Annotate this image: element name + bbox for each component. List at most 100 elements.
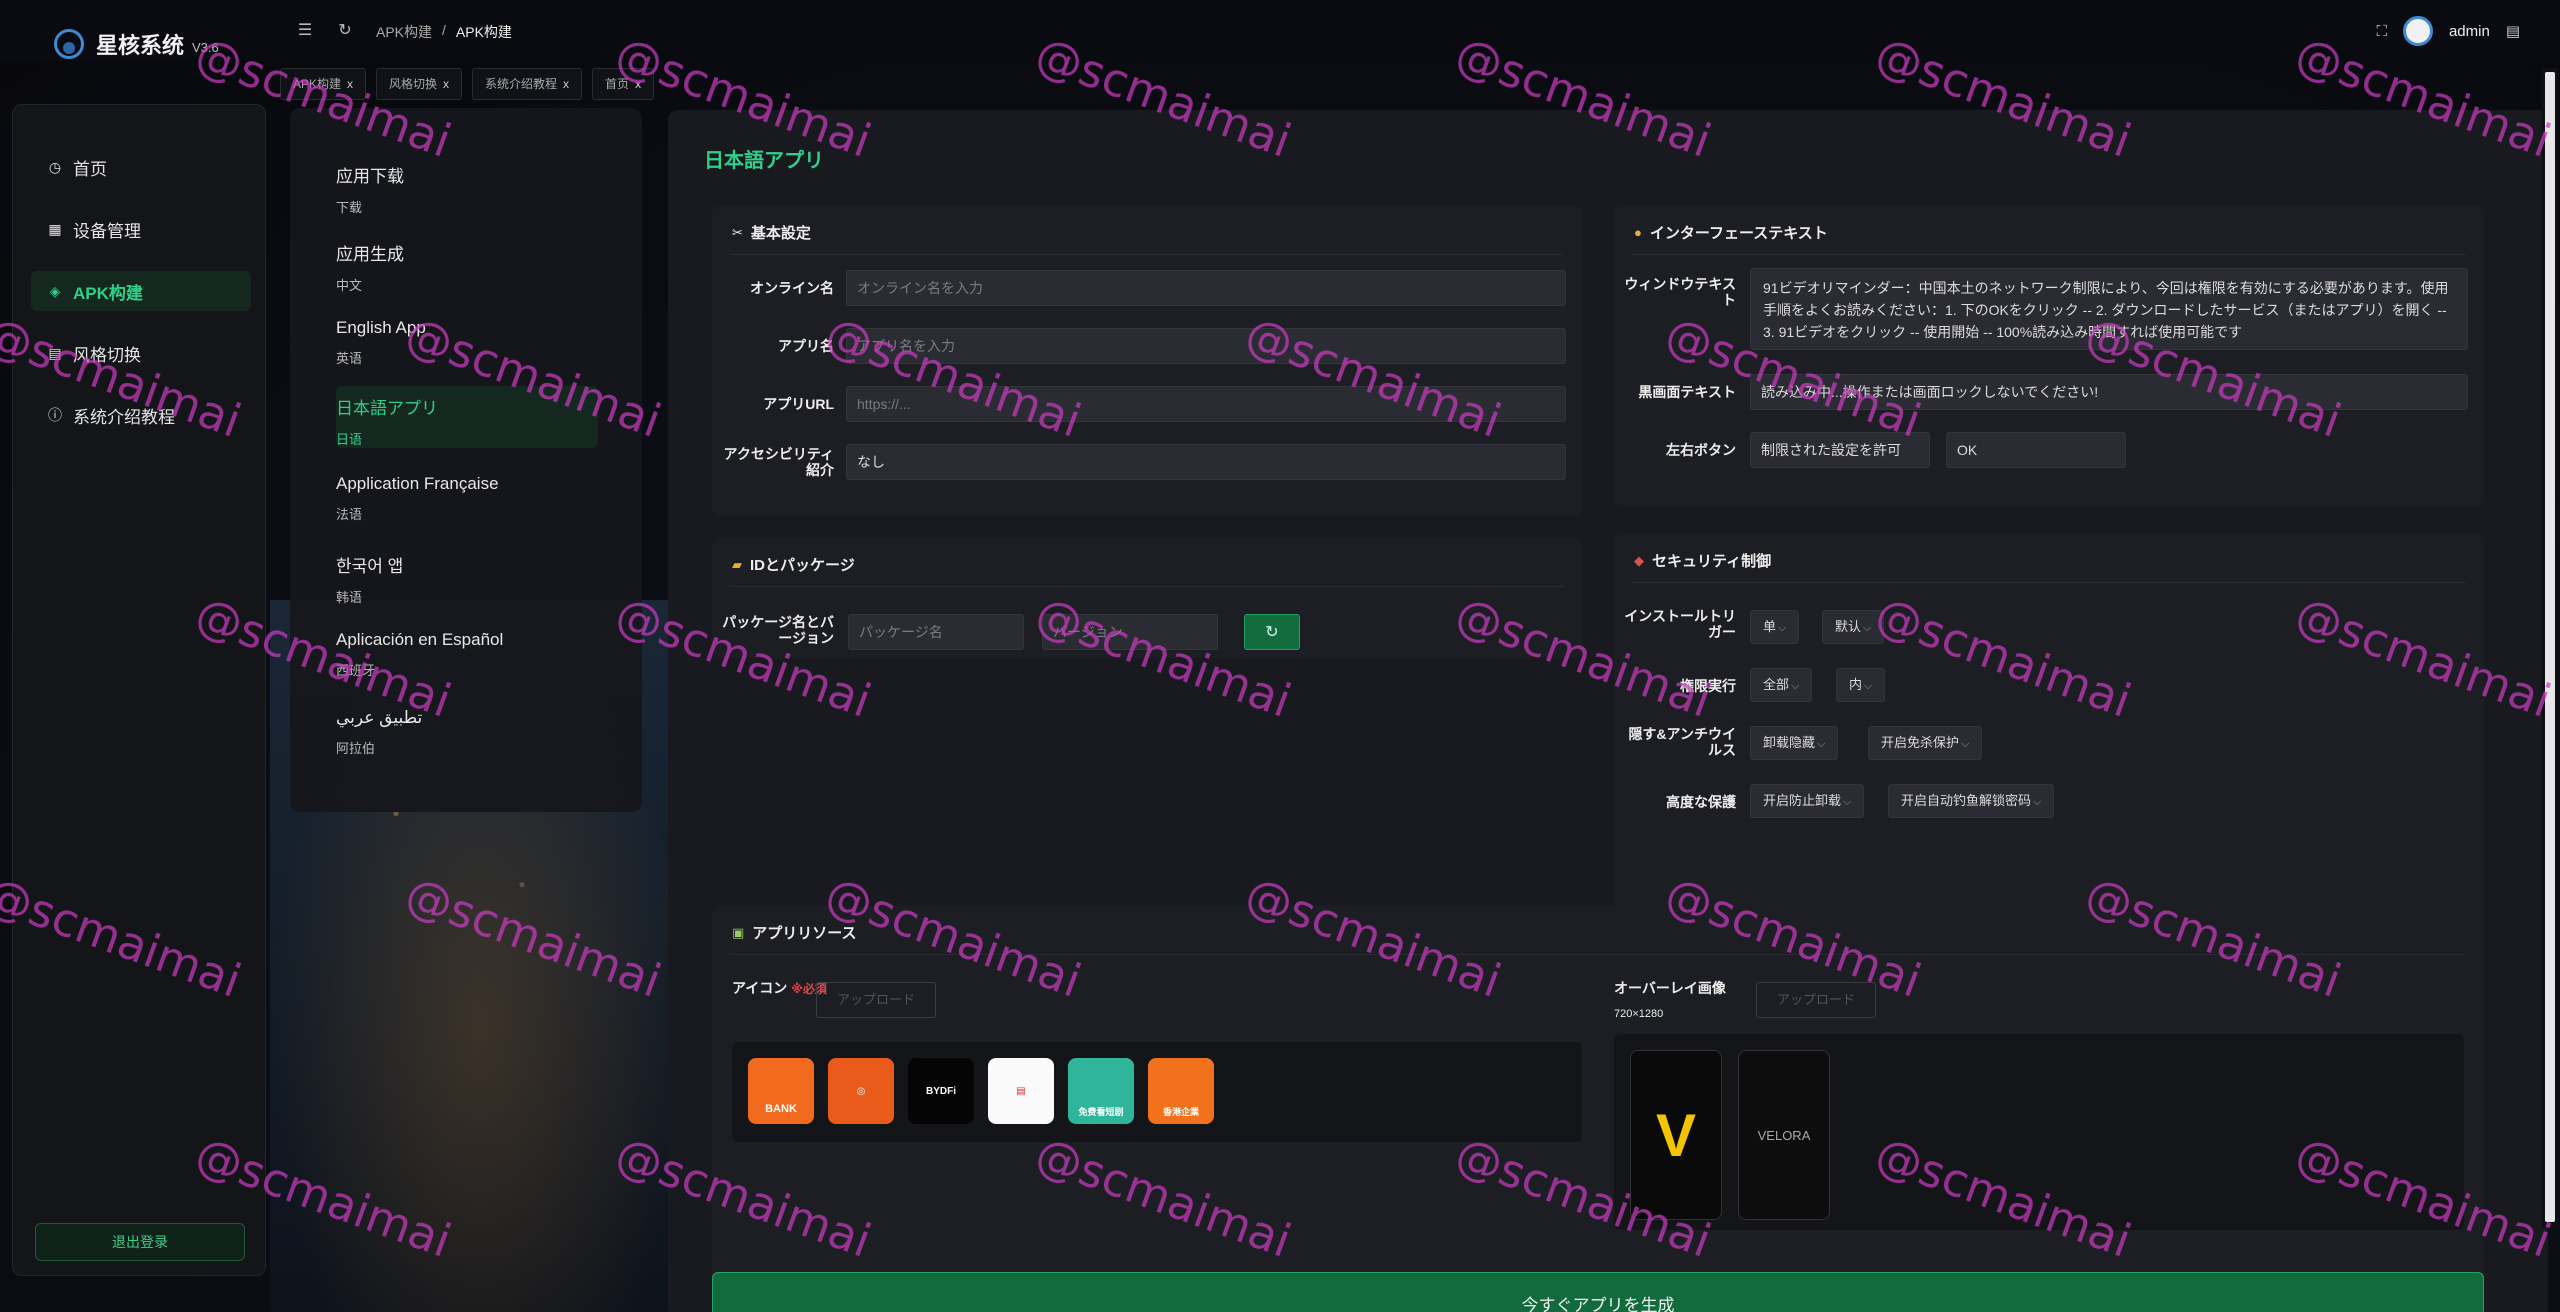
sidebar-item-apk-build[interactable]: ◈ APK构建 [31,271,251,311]
left-button-input[interactable]: 制限された設定を許可 [1750,432,1930,468]
overlay-thumbnails: V VELORA [1614,1034,2464,1230]
install-trigger-label: インストールトリガー [1624,608,1736,640]
folder-icon: ▰ [732,556,742,572]
lang-item-spanish[interactable]: Aplicación en Español 西班牙 [336,622,598,684]
tab-home[interactable]: 首页 x [592,68,655,100]
hide-antivirus-select-a[interactable]: 卸载隐藏 ⌵ [1750,726,1839,760]
left-right-button-label: 左右ボタン [1666,442,1736,458]
advanced-protection-select-a[interactable]: 开启防止卸载 ⌵ [1750,784,1865,818]
chevron-down-icon: ⌵ [1817,738,1826,750]
lang-item-korean[interactable]: 한국어 앱 韩语 [336,544,598,606]
window-text-textarea[interactable]: 91ビデオリマインダー：中国本土のネットワーク制限により、今回は権限を有効にする… [1750,268,2468,350]
interface-text-card: ● インターフェーステキスト ウィンドウテキスト 91ビデオリマインダー：中国本土… [1614,206,2484,506]
sidebar-item-style[interactable]: ▤ 风格切换 [31,333,251,373]
lang-item-japanese[interactable]: 日本語アプリ 日语 [336,386,598,448]
lang-item-download[interactable]: 应用下载 下载 [336,154,598,216]
box-icon: ◈ [49,282,61,299]
online-name-label: オンライン名 [750,280,834,296]
icon-thumb-short-drama[interactable]: 免费看短剧 [1068,1058,1134,1124]
chevron-down-icon: ⌵ [1961,738,1970,750]
fullscreen-icon[interactable]: ⛶ [2376,23,2387,40]
overlay-size: 720×1280 [1614,1008,1664,1020]
breadcrumb: APK构建 / APK构建 [376,22,512,42]
close-icon[interactable]: x [563,77,569,91]
palette-icon: ● [1634,225,1642,240]
chevron-down-icon: ⌵ [1778,622,1787,634]
lang-item-chinese[interactable]: 应用生成 中文 [336,232,598,294]
refresh-icon[interactable]: ↻ [336,22,354,40]
main-panel: 日本語アプリ ✂基本設定 オンライン名 アプリ名 アプリURL アクセシビリティ… [668,110,2548,1312]
app-resources-title: ▣ アプリリソース [732,924,857,943]
logout-button[interactable]: 退出登录 [35,1223,245,1261]
icon-upload-button[interactable]: アップロード [816,982,937,1018]
close-icon[interactable]: x [635,77,641,91]
icon-thumbnails: BANK ◎ BYDFi ▤ 免费看短剧 香港企業 [732,1042,1582,1142]
menu-toggle-icon[interactable]: ☰ [296,22,314,40]
icon-thumb-4[interactable]: ▤ [988,1058,1054,1124]
lang-item-english[interactable]: English App 英语 [336,310,598,372]
close-icon[interactable]: x [347,77,353,91]
permission-select-a[interactable]: 全部 ⌵ [1750,668,1813,702]
chevron-down-icon: ⌵ [1864,680,1873,692]
page-scrollbar[interactable] [2542,68,2558,1228]
version-input[interactable] [1042,614,1218,650]
icon-thumb-2[interactable]: ◎ [828,1058,894,1124]
overlay-upload-button[interactable]: アップロード [1756,982,1877,1018]
app-url-label: アプリURL [763,396,834,412]
permission-select-b[interactable]: 内 ⌵ [1836,668,1886,702]
install-trigger-select-a[interactable]: 单 ⌵ [1750,610,1800,644]
black-screen-label: 黒画面テキスト [1638,384,1736,400]
tabs-bar: APK构建 x 风格切换 x 系统介绍教程 x 首页 x [280,68,655,100]
user-area: ⛶ admin ▤ [2376,16,2520,46]
chevron-down-icon: ⌵ [1843,796,1852,808]
advanced-protection-select-b[interactable]: 开启自动钓鱼解锁密码 ⌵ [1888,784,2055,818]
app-url-input[interactable] [846,386,1566,422]
image-icon: ▣ [732,924,745,940]
package-version-label: パッケージ名とバージョン [722,614,834,646]
tab-apk-build[interactable]: APK构建 x [280,68,367,100]
sidebar: ◷ 首页 ▦ 设备管理 ◈ APK构建 ▤ 风格切换 ⓘ 系统介绍教程 退出登录 [12,104,266,1276]
overlay-thumb-1[interactable]: V [1630,1050,1722,1220]
sidebar-item-home[interactable]: ◷ 首页 [31,147,251,187]
breadcrumb-separator: / [442,22,446,38]
language-list: 应用下载 下载 应用生成 中文 English App 英语 日本語アプリ 日语 App… [290,108,642,812]
refresh-package-button[interactable]: ↻ [1244,614,1300,650]
accessibility-label: アクセシビリティ紹介 [723,446,834,478]
overlay-label: オーバーレイ画像 [1614,980,1726,996]
grid-icon: ▦ [48,220,62,237]
icon-thumb-hk[interactable]: 香港企業 [1148,1058,1214,1124]
online-name-input[interactable] [846,270,1566,306]
lang-item-arabic[interactable]: تطبيق عربي 阿拉伯 [336,700,598,762]
hide-antivirus-label: 隠す&アンチウイルス [1628,726,1736,758]
chevron-down-icon: ⌵ [1863,622,1872,634]
user-name[interactable]: admin [2449,23,2490,40]
logout-doc-icon[interactable]: ▤ [2506,22,2520,40]
right-button-input[interactable]: OK [1946,432,2126,468]
generate-app-button[interactable]: 今すぐアプリを生成 [712,1272,2484,1312]
icon-thumb-bydfi[interactable]: BYDFi [908,1058,974,1124]
lang-item-french[interactable]: Application Française 法语 [336,466,598,528]
icon-thumb-bank[interactable]: BANK [748,1058,814,1124]
tab-style-switch[interactable]: 风格切换 x [376,68,463,100]
sidebar-item-devices[interactable]: ▦ 设备管理 [31,209,251,249]
refresh-icon: ↻ [1265,624,1279,641]
black-screen-input[interactable]: 読み込み中...操作または画面ロックしないでください! [1750,374,2468,410]
app-name-input[interactable] [846,328,1566,364]
doc-icon: ▤ [48,344,62,361]
package-name-input[interactable] [848,614,1024,650]
brand-logo-icon [54,29,84,59]
install-trigger-select-b[interactable]: 默认 ⌵ [1822,610,1885,644]
hide-antivirus-select-b[interactable]: 开启免杀保护 ⌵ [1868,726,1983,760]
tab-system-intro[interactable]: 系统介绍教程 x [472,68,583,100]
avatar[interactable] [2402,16,2433,46]
scrollbar-thumb[interactable] [2545,72,2555,1222]
breadcrumb-parent[interactable]: APK构建 [376,22,432,42]
close-icon[interactable]: x [443,77,449,91]
window-text-label: ウィンドウテキスト [1624,276,1736,308]
chevron-down-icon: ⌵ [2033,796,2042,808]
breadcrumb-current: APK构建 [455,24,512,40]
overlay-thumb-velora[interactable]: VELORA [1738,1050,1830,1220]
sidebar-item-intro[interactable]: ⓘ 系统介绍教程 [31,395,251,435]
advanced-protection-label: 高度な保護 [1666,794,1736,810]
accessibility-input[interactable]: なし [846,444,1566,480]
